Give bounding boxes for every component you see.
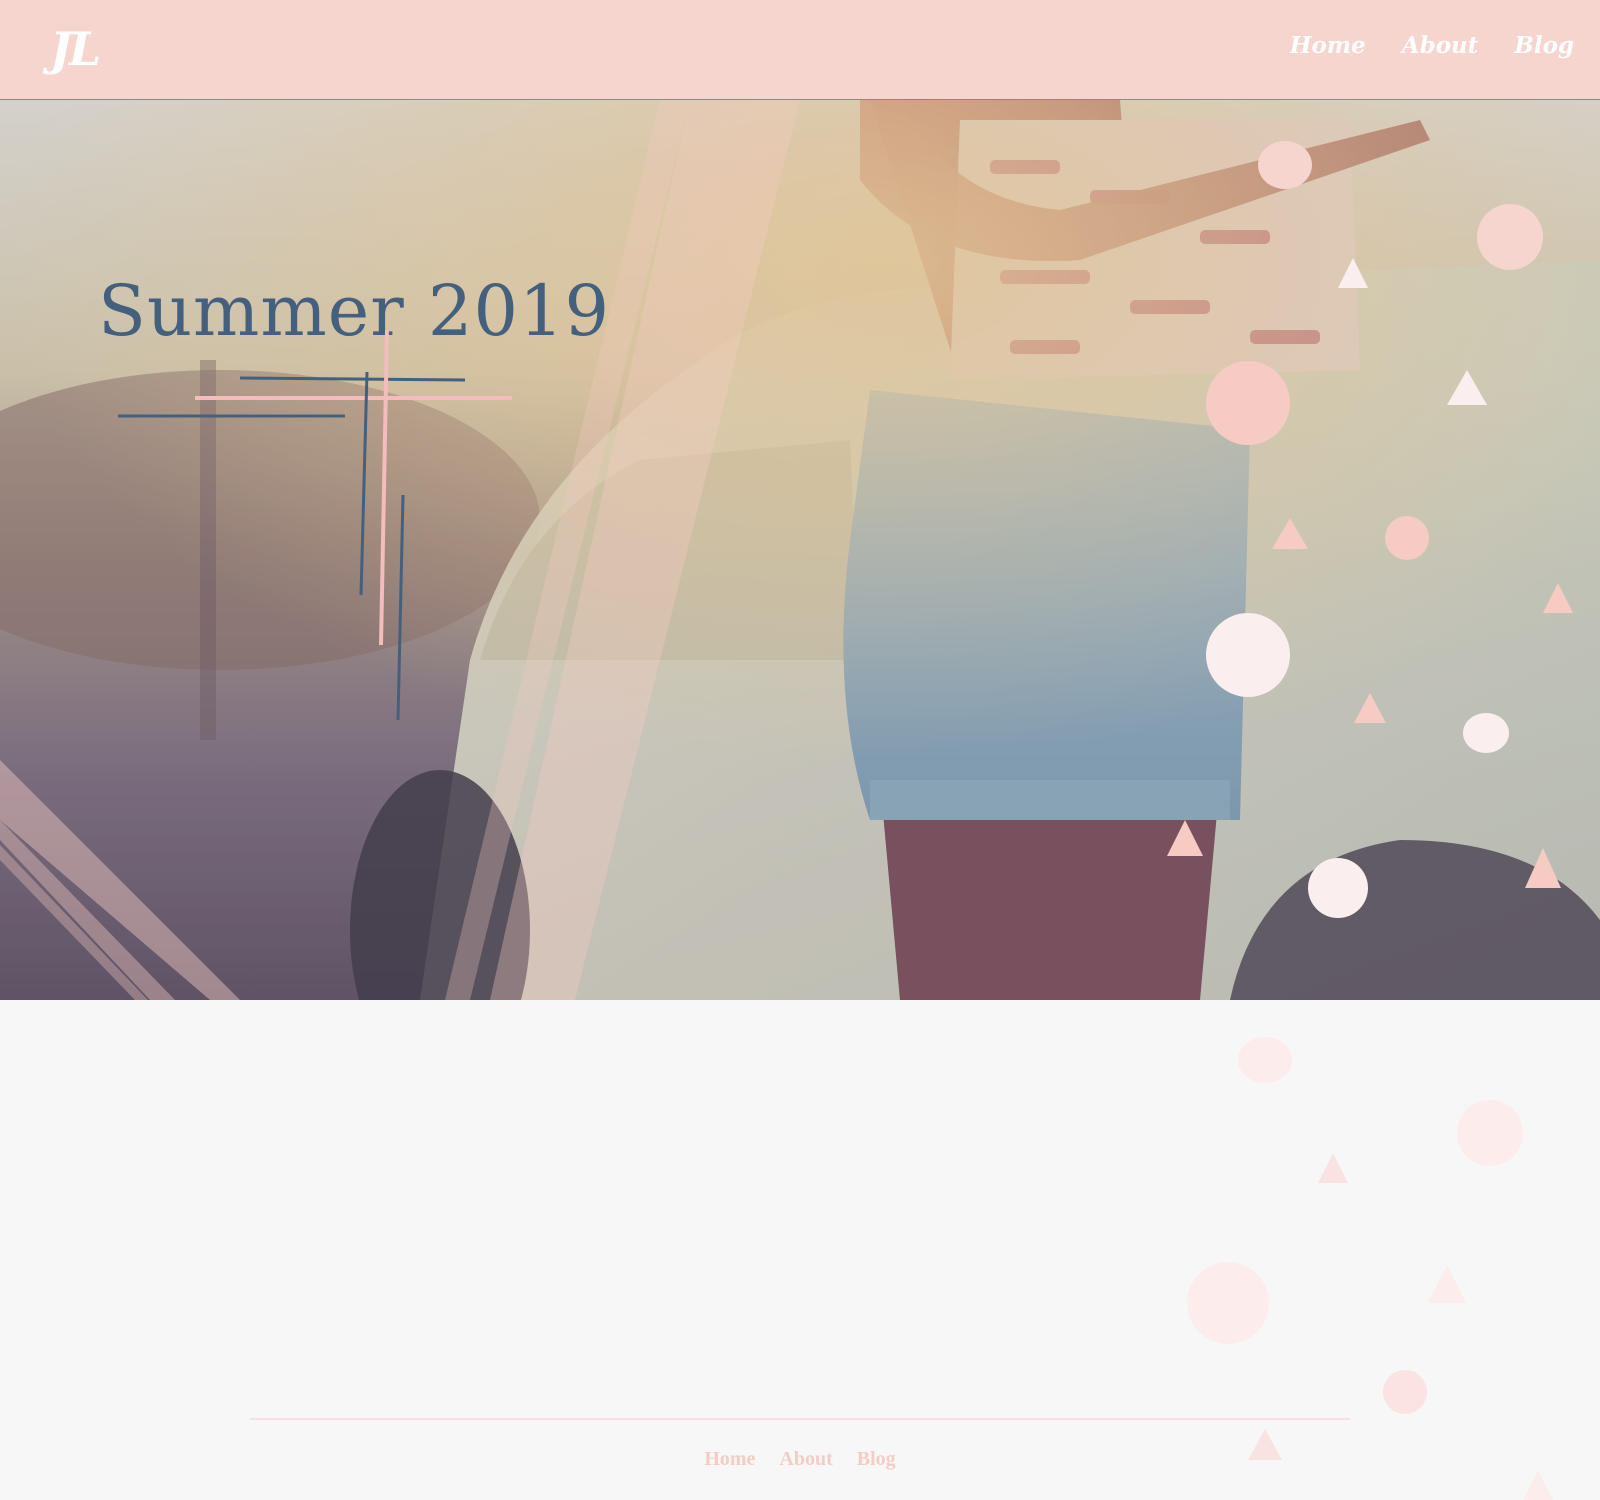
deco-triangle [1354, 693, 1386, 723]
accent-line [396, 494, 405, 721]
deco-triangle [1272, 518, 1308, 549]
deco-triangle [1318, 1153, 1348, 1183]
deco-circle [1238, 1037, 1292, 1083]
main-nav: Home About Blog [1290, 32, 1574, 59]
accent-line [239, 376, 466, 382]
footer-home-link[interactable]: Home [704, 1448, 755, 1471]
deco-triangle [1447, 370, 1487, 405]
footer-nav: Home About Blog [0, 1448, 1600, 1471]
deco-circle [1187, 1262, 1269, 1344]
deco-circle [1383, 1370, 1427, 1414]
deco-triangle [1543, 583, 1573, 613]
deco-circle [1457, 1100, 1523, 1166]
nav-home-link[interactable]: Home [1290, 32, 1366, 59]
footer-about-link[interactable]: About [779, 1448, 832, 1471]
deco-circle [1308, 858, 1368, 918]
deco-triangle [1525, 848, 1561, 888]
nav-about-link[interactable]: About [1402, 32, 1479, 59]
deco-circle [1206, 361, 1290, 445]
deco-circle [1385, 516, 1429, 560]
hero-banner: Summer 2019 [0, 100, 1600, 1000]
deco-triangle [1428, 1265, 1466, 1303]
deco-triangle [1167, 820, 1203, 856]
deco-circle [1463, 713, 1509, 753]
hero-decorations [0, 100, 1573, 1000]
accent-line [379, 329, 389, 646]
footer-blog-link[interactable]: Blog [857, 1448, 896, 1471]
nav-blog-link[interactable]: Blog [1514, 32, 1574, 59]
deco-circle [1477, 204, 1543, 270]
site-header: JL Home About Blog [0, 0, 1600, 100]
footer-decorations [1187, 1037, 1553, 1500]
site-logo[interactable]: JL [50, 22, 101, 76]
deco-triangle [1338, 258, 1368, 288]
deco-circle [1206, 613, 1290, 697]
accent-line [359, 371, 369, 596]
footer-divider [250, 1418, 1350, 1420]
deco-triangle [1523, 1470, 1553, 1500]
deco-circle [1258, 141, 1312, 189]
